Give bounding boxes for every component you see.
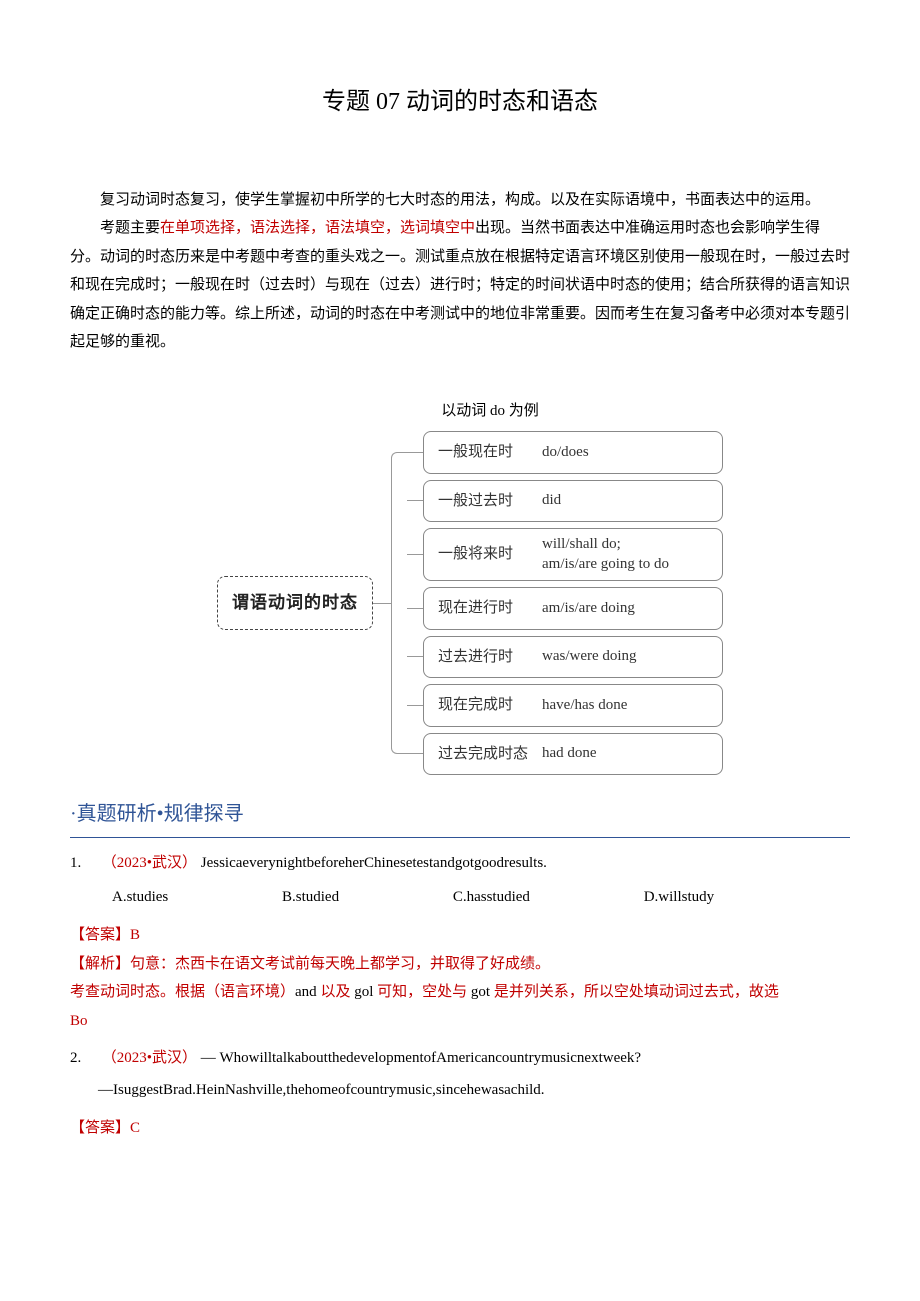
leaf-val: was/were doing xyxy=(542,647,637,667)
diagram-leaves: 一般现在时 do/does 一般过去时 did 一般将来时 will/shall do… xyxy=(407,431,723,775)
intro-p2-pre: 考题主要 xyxy=(100,220,160,236)
leaf-val: have/has done xyxy=(542,696,627,716)
q2-stem-line1: 2. （2023•武汉） — Whowilltalkaboutthedevelo… xyxy=(70,1043,850,1075)
leaf-key: 一般过去时 xyxy=(438,487,530,516)
analysis-post: 是并列关系，所以空处填动词过去式，故选 xyxy=(490,984,779,1000)
analysis-en-3: got xyxy=(471,984,490,1000)
q1-number: 1. xyxy=(70,848,98,880)
q1-option-a: A.studies xyxy=(112,882,168,914)
intro-paragraph-2: 考题主要在单项选择，语法选择，语法填空，选词填空中出现。当然书面表达中准确运用时… xyxy=(70,214,850,357)
analysis-en-1: and xyxy=(295,984,317,1000)
leaf-val: will/shall do; am/is/are going to do xyxy=(542,535,669,574)
tense-diagram: 以动词 do 为例 谓语动词的时态 一般现在时 do/does 一般过去时 did … xyxy=(70,397,850,776)
q1-options: A.studies B.studied C.hasstudied D.wills… xyxy=(70,882,850,914)
answer-label: 【答案】 xyxy=(70,1120,130,1136)
answer-value: B xyxy=(130,927,140,943)
leaf-key: 一般将来时 xyxy=(438,540,530,569)
q2-stem-pre: — xyxy=(201,1050,220,1066)
diagram-leaf: 一般现在时 do/does xyxy=(407,431,723,474)
leaf-val: had done xyxy=(542,744,597,764)
intro-p2-highlight: 在单项选择，语法选择，语法填空，选词填空中 xyxy=(160,220,475,236)
leaf-key: 过去进行时 xyxy=(438,643,530,672)
leaf-val: do/does xyxy=(542,443,589,463)
q1-stem: JessicaeverynightbeforeherChinesetestand… xyxy=(201,855,547,871)
page-title: 专题 07 动词的时态和语态 xyxy=(70,80,850,126)
q1-option-c: C.hasstudied xyxy=(453,882,530,914)
q1-analysis-line2: 考查动词时态。根据（语言环境）and 以及 gol 可知，空处与 got 是并列… xyxy=(70,978,850,1007)
diagram-leaf: 现在进行时 am/is/are doing xyxy=(407,587,723,630)
analysis-label: 【解析】 xyxy=(70,956,130,972)
section-title: ·真题研析•规律探寻 xyxy=(70,795,850,838)
question-1: 1. （2023•武汉） JessicaeverynightbeforeherC… xyxy=(70,848,850,913)
q1-analysis: 【解析】句意：杰西卡在语文考试前每天晚上都学习，并取得了好成绩。 考查动词时态。… xyxy=(70,950,850,1036)
leaf-key: 一般现在时 xyxy=(438,438,530,467)
q1-option-b: B.studied xyxy=(282,882,339,914)
analysis-pre: 考查动词时态。根据（语言环境） xyxy=(70,984,295,1000)
answer-value: C xyxy=(130,1120,140,1136)
diagram-leaf: 一般将来时 will/shall do; am/is/are going to d… xyxy=(407,528,723,581)
leaf-val: did xyxy=(542,491,561,511)
q1-analysis-line1: 【解析】句意：杰西卡在语文考试前每天晚上都学习，并取得了好成绩。 xyxy=(70,950,850,979)
leaf-key: 现在完成时 xyxy=(438,691,530,720)
analysis-mid1: 以及 xyxy=(317,984,355,1000)
q2-answer: 【答案】C xyxy=(70,1114,850,1143)
q1-answer: 【答案】B xyxy=(70,921,850,950)
analysis-mid2: 可知，空处与 xyxy=(373,984,471,1000)
analysis-en-2: gol xyxy=(354,984,373,1000)
question-2: 2. （2023•武汉） — Whowilltalkaboutthedevelo… xyxy=(70,1043,850,1106)
q2-source: （2023•武汉） xyxy=(102,1050,197,1066)
q1-stem-line: 1. （2023•武汉） JessicaeverynightbeforeherC… xyxy=(70,848,850,880)
answer-label: 【答案】 xyxy=(70,927,130,943)
intro-p2-post: 出现。当然书面表达中准确运用时态也会影响学生得分。动词的时态历来是中考题中考查的… xyxy=(70,220,850,350)
q1-option-d: D.willstudy xyxy=(644,882,714,914)
q2-number: 2. xyxy=(70,1043,98,1075)
leaf-key: 过去完成时态 xyxy=(438,740,530,769)
leaf-key: 现在进行时 xyxy=(438,594,530,623)
diagram-leaf: 现在完成时 have/has done xyxy=(407,684,723,727)
diagram-connector xyxy=(373,431,407,775)
diagram-caption: 以动词 do 为例 xyxy=(70,397,850,426)
diagram-leaf: 一般过去时 did xyxy=(407,480,723,523)
diagram-leaf: 过去完成时态 had done xyxy=(407,733,723,776)
leaf-val: am/is/are doing xyxy=(542,599,635,619)
diagram-body: 谓语动词的时态 一般现在时 do/does 一般过去时 did 一般将来时 will/… xyxy=(90,431,850,775)
diagram-leaf: 过去进行时 was/were doing xyxy=(407,636,723,679)
q1-source: （2023•武汉） xyxy=(102,855,197,871)
q2-stem: WhowilltalkaboutthedevelopmentofAmerican… xyxy=(220,1050,642,1066)
diagram-root: 谓语动词的时态 xyxy=(217,576,373,630)
analysis-sentence: 句意：杰西卡在语文考试前每天晚上都学习，并取得了好成绩。 xyxy=(130,956,550,972)
q1-analysis-line3: Bo xyxy=(70,1007,850,1036)
q2-stem-line2: —IsuggestBrad.HeinNashville,thehomeofcou… xyxy=(70,1075,850,1107)
intro-paragraph-1: 复习动词时态复习，使学生掌握初中所学的七大时态的用法，构成。以及在实际语境中，书… xyxy=(70,186,850,215)
